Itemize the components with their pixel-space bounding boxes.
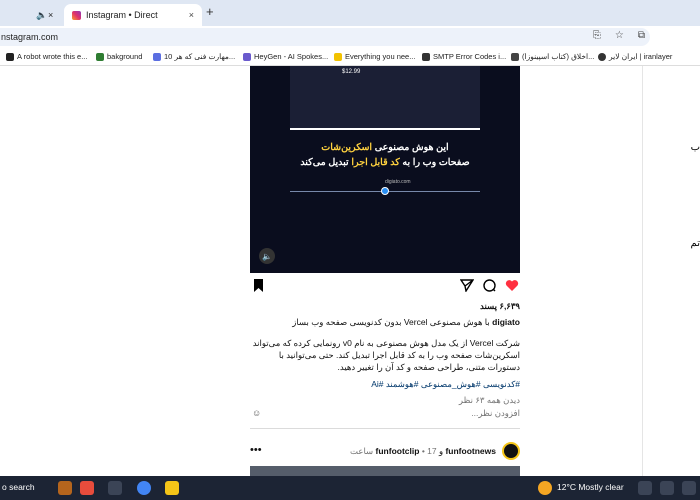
- football-icon[interactable]: [58, 481, 72, 495]
- post-hashtags[interactable]: #کدنویسی #هوش_مصنوعی #هوشمند #Ai: [250, 379, 520, 390]
- scrubber-handle[interactable]: [381, 187, 389, 195]
- install-app-icon[interactable]: ⎘: [593, 30, 601, 41]
- bookmark-star-icon[interactable]: ☆: [615, 30, 624, 41]
- bookmarks-bar: A robot wrote this e... bakground 10 مها…: [0, 48, 700, 66]
- url-text: nstagram.com: [1, 32, 59, 42]
- sidebar-fragment: تم: [690, 238, 700, 249]
- weather-text[interactable]: 12°C Mostly clear: [557, 482, 624, 492]
- tab-previous[interactable]: 🔈 ×: [0, 4, 64, 26]
- caption-text: با هوش مصنوعی Vercel بدون کدنویسی صفحه و…: [292, 317, 490, 327]
- bookmark-favicon-icon: [153, 52, 161, 61]
- more-options-icon[interactable]: •••: [250, 444, 262, 456]
- tab-instagram[interactable]: Instagram • Direct ×: [64, 4, 202, 26]
- view-all-comments-link[interactable]: دیدن همه ۶۳ نظر: [250, 395, 520, 406]
- right-divider: [642, 66, 643, 476]
- tray-expand-icon[interactable]: [638, 481, 652, 495]
- comment-input[interactable]: افزودن نظر...: [250, 408, 520, 419]
- task-view-icon[interactable]: [108, 481, 122, 495]
- browser-tab-strip: 🔈 × Instagram • Direct × +: [0, 0, 700, 26]
- comment-icon[interactable]: [483, 279, 496, 295]
- bookmark-favicon-icon: [511, 52, 519, 61]
- wifi-icon[interactable]: [660, 481, 674, 495]
- instagram-icon: [72, 10, 81, 20]
- bookmark-item[interactable]: SMTP Error Codes i...: [422, 52, 506, 61]
- video-site-text: digiato.com: [385, 179, 411, 185]
- chrome-icon[interactable]: [137, 481, 151, 495]
- sidebar-fragment: ب: [690, 142, 700, 153]
- toolbar-icons: ⎘ ☆ ⧉: [593, 26, 700, 44]
- bookmark-item[interactable]: اخلاق (کتاب اسپینوزا)...: [511, 52, 594, 61]
- bookmark-favicon-icon: [334, 52, 342, 61]
- next-post-usernames: funfootnews و funfootclip • 17 ساعت: [350, 446, 496, 456]
- like-heart-icon[interactable]: [505, 279, 519, 295]
- tab-close-icon[interactable]: ×: [189, 10, 194, 20]
- bookmark-item[interactable]: bakground: [96, 52, 142, 61]
- tab-close-icon[interactable]: ×: [48, 10, 53, 20]
- emoji-icon[interactable]: ☺: [252, 408, 261, 418]
- video-overlay-text: این هوش مصنوعی اسکرین‌شات صفحات وب را به…: [300, 142, 470, 168]
- volume-icon[interactable]: [682, 481, 696, 495]
- post-divider: [250, 428, 520, 429]
- tab-title: Instagram • Direct: [86, 10, 158, 20]
- bookmark-item[interactable]: HeyGen - AI Spokes...: [243, 52, 328, 61]
- post-actions: [250, 279, 520, 297]
- post-description: شرکت Vercel از یک مدل هوش مصنوعی به نام …: [252, 338, 520, 372]
- bookmark-favicon-icon: [6, 52, 14, 61]
- bookmark-item[interactable]: A robot wrote this e...: [6, 52, 87, 61]
- caption-username[interactable]: digiato: [492, 317, 520, 327]
- post-caption: digiato با هوش مصنوعی Vercel بدون کدنویس…: [250, 317, 520, 328]
- bookmark-favicon-icon: [243, 52, 251, 61]
- username-link[interactable]: funfootnews: [445, 446, 496, 456]
- avatar[interactable]: [502, 442, 520, 460]
- save-bookmark-icon[interactable]: [253, 279, 264, 295]
- video-price-text: $12.99: [342, 69, 361, 75]
- widgets-icon[interactable]: [80, 481, 94, 495]
- taskbar-search[interactable]: o search: [2, 482, 35, 492]
- next-post-media[interactable]: [250, 466, 520, 476]
- bookmark-item[interactable]: Everything you nee...: [334, 52, 415, 61]
- username-link[interactable]: funfootclip: [376, 446, 420, 456]
- bookmark-favicon-icon: [598, 52, 606, 61]
- post-video[interactable]: $12.99 این هوش مصنوعی اسکرین‌شات صفحات و…: [250, 66, 520, 273]
- bookmark-favicon-icon: [96, 52, 104, 61]
- instagram-feed: ب تم $12.99 این هوش مصنوعی اسکرین‌شات صف…: [0, 66, 700, 476]
- toolbar: nstagram.com ⎘ ☆ ⧉: [0, 26, 700, 48]
- sound-toggle-icon[interactable]: 🔈: [259, 248, 275, 264]
- extensions-icon[interactable]: ⧉: [638, 30, 645, 41]
- next-post-header: funfootnews و funfootclip • 17 ساعت •••: [250, 442, 520, 462]
- bookmark-item[interactable]: 10 مهارت فنی که هر...: [153, 52, 235, 61]
- windows-taskbar: o search 12°C Mostly clear: [0, 476, 700, 500]
- new-tab-button[interactable]: +: [206, 4, 214, 19]
- mute-icon[interactable]: 🔈: [36, 10, 47, 21]
- weather-icon: [538, 481, 552, 495]
- bookmark-item[interactable]: ایران لایر | iranlayer: [598, 52, 672, 61]
- bookmark-favicon-icon: [422, 52, 430, 61]
- address-bar[interactable]: nstagram.com: [0, 28, 650, 46]
- share-icon[interactable]: [459, 279, 475, 295]
- file-explorer-icon[interactable]: [165, 481, 179, 495]
- like-count[interactable]: ۶,۶۳۹ پسند: [250, 301, 520, 312]
- video-screenshot-preview: $12.99: [290, 66, 480, 130]
